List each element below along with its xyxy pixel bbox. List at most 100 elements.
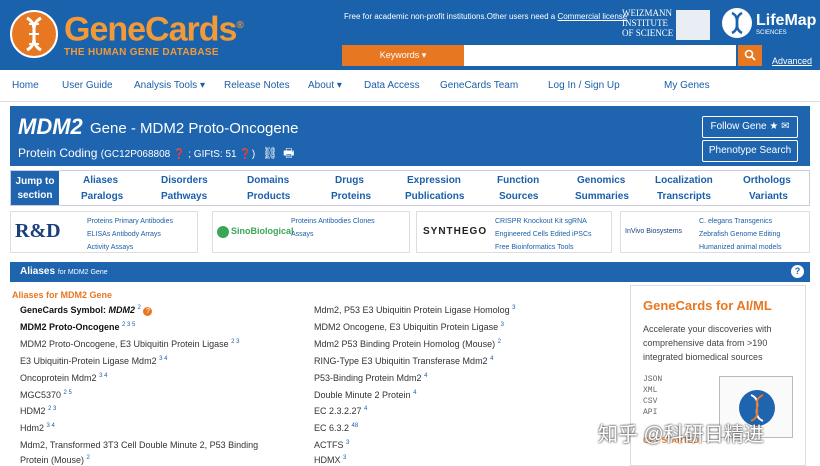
ad-link[interactable]: C. elegans Transgenics [699,218,772,225]
jump-disorders[interactable]: Disorders [161,175,208,186]
nav-home[interactable]: Home [12,80,39,91]
alias-source[interactable]: 3 4 [159,356,167,362]
sino-logo: SinoBiological [231,226,294,236]
commercial-license-link[interactable]: Commercial license [557,12,627,21]
brand[interactable]: GeneCards® THE HUMAN GENE DATABASE [64,8,244,58]
format-api: API [643,408,658,417]
alias-source[interactable]: 3 4 [99,373,107,379]
jump-proteins[interactable]: Proteins [331,191,371,202]
alias-source[interactable]: 2 5 [64,390,72,396]
alias-source[interactable]: 4 [413,390,416,396]
alias-source[interactable]: 3 [346,440,349,446]
alias-source[interactable]: 2 [498,339,501,345]
nav-my-genes[interactable]: My Genes [664,80,710,91]
alias-source[interactable]: 3 4 [47,423,55,429]
alias-source[interactable]: 2 [87,455,90,461]
gene-ids: (GC12P068808 ❓ ; GIFtS: 51 ❓) [100,149,256,160]
jump-genomics[interactable]: Genomics [577,175,625,186]
search-button[interactable] [738,45,762,66]
nav-data-access[interactable]: Data Access [364,80,420,91]
format-xml: XML [643,386,658,395]
site-header: GeneCards® THE HUMAN GENE DATABASE Free … [0,0,820,70]
alias-source[interactable]: 2 [138,305,141,311]
lifemap-logo-icon[interactable] [722,8,752,38]
link-icon[interactable]: ⛓ [263,146,278,160]
weizmann-logo[interactable]: WEIZMANN INSTITUTE OF SCIENCE [622,8,678,38]
search-input[interactable] [464,45,736,66]
weizmann-line-3: OF SCIENCE [622,28,674,38]
license-text: Free for academic non-profit institution… [344,12,558,21]
alias-text: Mdm2, Transformed 3T3 Cell Double Minute… [20,440,259,450]
nav-analysis-tools[interactable]: Analysis Tools ▾ [134,80,205,91]
jump-variants[interactable]: Variants [749,191,788,202]
rnd-logo: R&D [15,220,61,242]
alias-item: EC 6.3.2 48 [314,423,358,433]
ad-link[interactable]: Activity Assays [87,244,133,251]
nav-about[interactable]: About ▾ [308,80,342,91]
keywords-dropdown[interactable]: Keywords ▾ [342,45,464,66]
info-icon[interactable]: ? [143,307,153,316]
format-csv: CSV [643,397,658,406]
follow-gene-button[interactable]: Follow Gene ★ ✉ [702,116,798,138]
alias-source[interactable]: 3 [501,322,504,328]
jump-products[interactable]: Products [247,191,290,202]
ad-link[interactable]: Zebrafish Genome Editing [699,231,780,238]
jump-summaries[interactable]: Summaries [575,191,629,202]
jump-publications[interactable]: Publications [405,191,464,202]
license-notice: Free for academic non-profit institution… [344,12,627,21]
ad-link[interactable]: ELISAs Antibody Arrays [87,231,161,238]
alias-source[interactable]: 2 3 [48,406,56,412]
ad-link[interactable]: Humanized animal models [699,244,781,251]
jump-orthologs[interactable]: Orthologs [743,175,791,186]
ad-link[interactable]: Proteins Antibodies Clones [291,218,375,225]
print-icon[interactable]: 🖶 [283,146,294,160]
registered-mark: ® [236,20,243,31]
jump-localization[interactable]: Localization [655,175,713,186]
jump-to-line-1: Jump to [15,176,55,187]
jump-to-label: Jump to section [11,171,59,205]
alias-text: Hdm2 [20,423,45,433]
alias-source[interactable]: 2 3 [231,339,239,345]
lifemap-name[interactable]: LifeMap [756,12,816,30]
alias-source[interactable]: 4 [364,406,367,412]
nav-release-notes[interactable]: Release Notes [224,80,290,91]
jump-function[interactable]: Function [497,175,539,186]
alias-item: MDM2 Oncogene, E3 Ubiquitin Protein Liga… [314,322,504,332]
help-icon[interactable]: ? [791,265,804,278]
gene-category: Protein Coding [18,146,98,160]
nav-login-signup[interactable]: Log In / Sign Up [548,80,620,91]
jump-drugs[interactable]: Drugs [335,175,364,186]
phenotype-search-button[interactable]: Phenotype Search [702,140,798,162]
jump-paralogs[interactable]: Paralogs [81,191,123,202]
alias-source[interactable]: 3 [343,455,346,461]
nav-genecards-team[interactable]: GeneCards Team [440,80,518,91]
jump-sources[interactable]: Sources [499,191,538,202]
genecards-logo-icon[interactable] [10,10,58,58]
ad-invivo[interactable]: InVivo Biosystems C. elegans Transgenics… [620,211,810,253]
ad-rnd[interactable]: R&D Proteins Primary Antibodies ELISAs A… [10,211,198,253]
ad-synthego[interactable]: SYNTHEGO CRISPR Knockout Kit sgRNA Engin… [416,211,612,253]
alias-source[interactable]: 3 [512,305,515,311]
jump-expression[interactable]: Expression [407,175,461,186]
nav-user-guide[interactable]: User Guide [62,80,113,91]
ad-link[interactable]: Proteins Primary Antibodies [87,218,173,225]
ad-link[interactable]: Free Bioinformatics Tools [495,244,573,251]
ad-link[interactable]: Assays [291,231,314,238]
alias-source[interactable]: 4 [424,373,427,379]
alias-source[interactable]: 2 3 5 [122,322,135,328]
alias-text: Protein (Mouse) [20,455,85,465]
ad-sinobiological[interactable]: SinoBiological Proteins Antibodies Clone… [212,211,410,253]
ad-link[interactable]: Engineered Cells Edited iPSCs [495,231,592,238]
alias-source[interactable]: 4 [490,356,493,362]
main-nav: Home User Guide Analysis Tools ▾ Release… [0,70,820,102]
jump-aliases[interactable]: Aliases [83,175,118,186]
synthego-logo: SYNTHEGO [423,226,488,237]
ad-link[interactable]: CRISPR Knockout Kit sgRNA [495,218,587,225]
alias-item: ACTFS 3 [314,440,349,450]
jump-to-section-bar: Jump to section Aliases Disorders Domains… [10,170,810,206]
advanced-search-link[interactable]: Advanced [772,56,812,66]
jump-pathways[interactable]: Pathways [161,191,207,202]
jump-transcripts[interactable]: Transcripts [657,191,711,202]
jump-domains[interactable]: Domains [247,175,289,186]
alias-source[interactable]: 48 [352,423,359,429]
